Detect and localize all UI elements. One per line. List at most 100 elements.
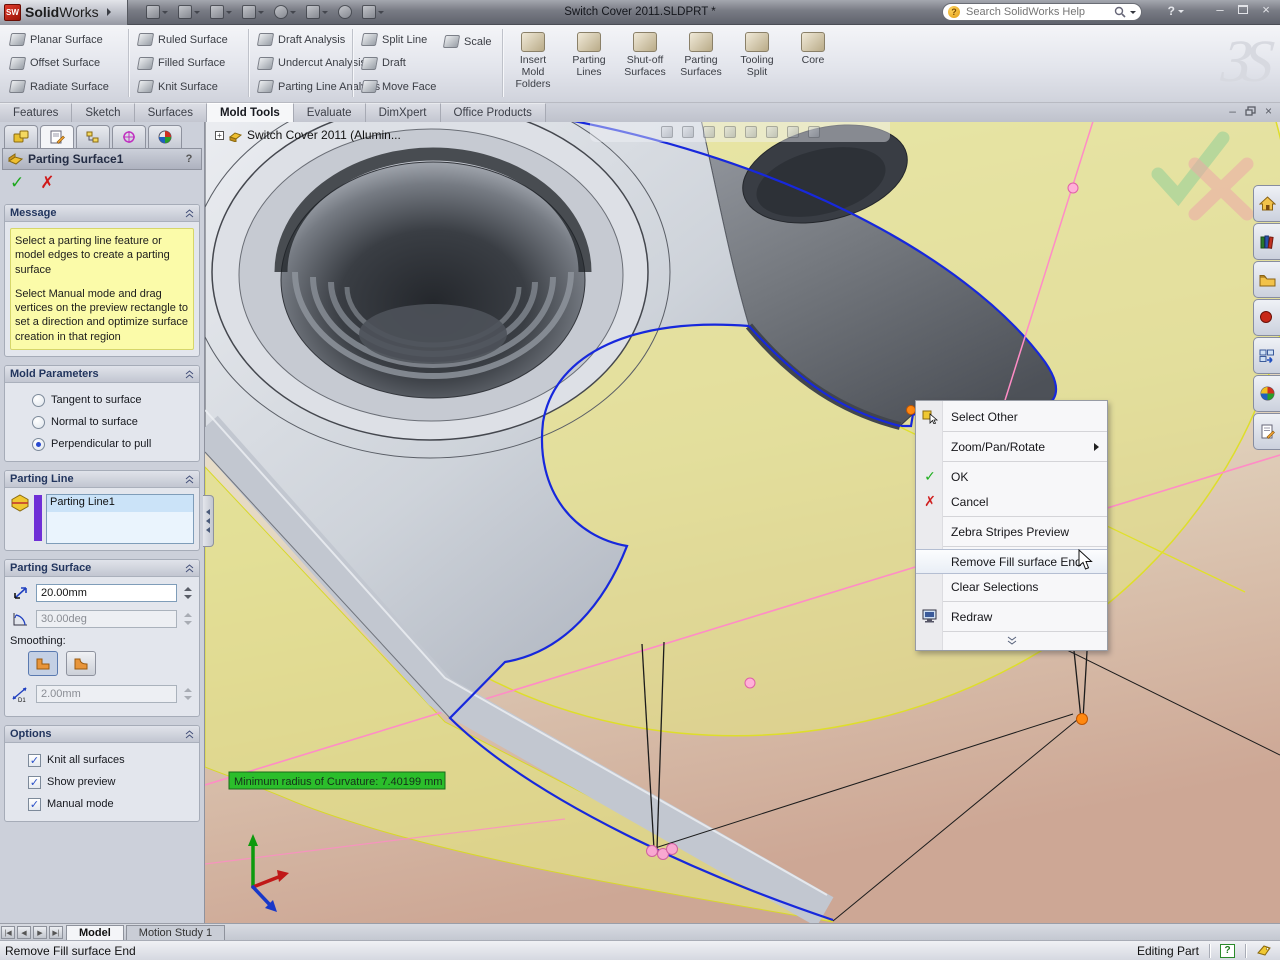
show-preview-checkbox[interactable]: ✓Show preview bbox=[10, 771, 194, 793]
search-input[interactable] bbox=[964, 5, 1110, 19]
quick-tips-button[interactable]: ? bbox=[1220, 944, 1235, 958]
parting-surface-header[interactable]: Parting Surface bbox=[5, 560, 199, 577]
tab-dimxpert[interactable]: DimXpert bbox=[366, 103, 441, 122]
tab-office-products[interactable]: Office Products bbox=[441, 103, 546, 122]
smooth-smoothing-button[interactable] bbox=[66, 651, 96, 676]
display-manager-tab[interactable] bbox=[148, 125, 182, 148]
menu-clear-selections[interactable]: Clear Selections bbox=[916, 574, 1107, 599]
select-button[interactable] bbox=[306, 5, 328, 19]
motion-study-tab[interactable]: Motion Study 1 bbox=[126, 925, 225, 940]
feature-tree-root[interactable]: + Switch Cover 2011 (Alumin... bbox=[215, 128, 401, 142]
radio-selected-icon[interactable] bbox=[32, 438, 45, 451]
planar-surface-button[interactable]: Planar Surface bbox=[6, 29, 113, 50]
doc-minimize-button[interactable]: – bbox=[1229, 104, 1236, 118]
rotate-view-icon[interactable] bbox=[724, 126, 736, 138]
model-tab[interactable]: Model bbox=[66, 925, 124, 940]
mold-parameters-header[interactable]: Mold Parameters bbox=[5, 366, 199, 383]
split-line-button[interactable]: Split Line bbox=[358, 29, 440, 50]
checkbox-checked-icon[interactable]: ✓ bbox=[28, 754, 41, 767]
scale-button[interactable]: Scale bbox=[440, 31, 496, 52]
parting-line-header[interactable]: Parting Line bbox=[5, 471, 199, 488]
minimize-button[interactable]: – bbox=[1212, 3, 1228, 16]
view-palette-tab[interactable] bbox=[1253, 337, 1280, 374]
tree-root-label[interactable]: Switch Cover 2011 (Alumin... bbox=[247, 128, 401, 142]
shut-off-surfaces-button[interactable]: Shut-off Surfaces bbox=[620, 29, 670, 90]
save-button[interactable] bbox=[210, 5, 232, 19]
print-button[interactable] bbox=[242, 5, 264, 19]
pm-ok-button[interactable]: ✓ bbox=[10, 173, 24, 193]
file-explorer-tab[interactable] bbox=[1253, 261, 1280, 298]
parting-surfaces-button[interactable]: Parting Surfaces bbox=[676, 29, 726, 90]
radio-icon[interactable] bbox=[32, 394, 45, 407]
doc-restore-button[interactable] bbox=[1245, 106, 1256, 116]
checkbox-checked-icon[interactable]: ✓ bbox=[28, 776, 41, 789]
distance-spinner[interactable] bbox=[181, 584, 194, 602]
model-view[interactable]: Minimum radius of Curvature: 7.40199 mm bbox=[205, 122, 1280, 923]
tangent-to-surface-radio[interactable]: Tangent to surface bbox=[10, 389, 194, 411]
display-style-icon[interactable] bbox=[766, 126, 778, 138]
filled-surface-button[interactable]: Filled Surface bbox=[134, 53, 232, 74]
menu-expand-arrow[interactable] bbox=[107, 8, 111, 16]
zoom-area-icon[interactable] bbox=[682, 126, 694, 138]
search-tab[interactable] bbox=[1253, 299, 1280, 336]
collapse-chevron-icon[interactable] bbox=[185, 370, 194, 379]
dimxpert-manager-tab[interactable] bbox=[112, 125, 146, 148]
perpendicular-to-pull-radio[interactable]: Perpendicular to pull bbox=[10, 433, 194, 455]
tab-scroll-last-button[interactable]: ▶| bbox=[49, 926, 63, 939]
custom-properties-tab[interactable] bbox=[1253, 413, 1280, 450]
menu-redraw[interactable]: Redraw bbox=[916, 604, 1107, 629]
menu-cancel[interactable]: ✗ Cancel bbox=[916, 489, 1107, 514]
hide-show-icon[interactable] bbox=[787, 126, 799, 138]
core-button[interactable]: Core bbox=[788, 29, 838, 90]
options-header[interactable]: Options bbox=[5, 726, 199, 743]
collapse-chevron-icon[interactable] bbox=[185, 209, 194, 218]
tab-scroll-first-button[interactable]: |◀ bbox=[1, 926, 15, 939]
graphics-viewport[interactable]: Minimum radius of Curvature: 7.40199 mm bbox=[205, 122, 1280, 923]
magnify-icon[interactable] bbox=[703, 126, 715, 138]
tab-scroll-prev-button[interactable]: ◀ bbox=[17, 926, 31, 939]
view-settings-icon[interactable] bbox=[808, 126, 820, 138]
knit-surface-button[interactable]: Knit Surface bbox=[134, 76, 232, 97]
pm-cancel-button[interactable]: ✗ bbox=[40, 173, 54, 193]
search-dropdown[interactable] bbox=[1130, 11, 1136, 14]
menu-zoom-pan-rotate[interactable]: Zoom/Pan/Rotate bbox=[916, 434, 1107, 459]
tree-expand-icon[interactable]: + bbox=[215, 131, 224, 140]
sharp-smoothing-button[interactable] bbox=[28, 651, 58, 676]
normal-to-surface-radio[interactable]: Normal to surface bbox=[10, 411, 194, 433]
solidworks-logo[interactable]: SW SolidWorks bbox=[0, 0, 128, 25]
tag-icon[interactable] bbox=[1256, 944, 1272, 958]
menu-ok[interactable]: ✓ OK bbox=[916, 464, 1107, 489]
checkbox-checked-icon[interactable]: ✓ bbox=[28, 798, 41, 811]
distance-input[interactable]: 20.00mm bbox=[36, 584, 177, 602]
parting-line-listbox[interactable]: Parting Line1 bbox=[46, 494, 194, 544]
close-button[interactable]: × bbox=[1258, 3, 1274, 16]
parting-lines-button[interactable]: Parting Lines bbox=[564, 29, 614, 90]
offset-surface-button[interactable]: Offset Surface bbox=[6, 53, 113, 74]
draft-button[interactable]: Draft bbox=[358, 53, 440, 74]
panel-splitter[interactable] bbox=[203, 495, 214, 547]
rebuild-button[interactable] bbox=[338, 5, 352, 19]
configuration-manager-tab[interactable] bbox=[76, 125, 110, 148]
tab-features[interactable]: Features bbox=[0, 103, 72, 122]
collapse-chevron-icon[interactable] bbox=[185, 475, 194, 484]
message-header[interactable]: Message bbox=[5, 205, 199, 222]
heads-up-toolbar[interactable] bbox=[590, 122, 890, 142]
menu-select-other[interactable]: Select Other bbox=[916, 404, 1107, 429]
menu-zebra-stripes-preview[interactable]: Zebra Stripes Preview bbox=[916, 519, 1107, 544]
collapse-chevron-icon[interactable] bbox=[185, 730, 194, 739]
tab-evaluate[interactable]: Evaluate bbox=[294, 103, 366, 122]
doc-close-button[interactable]: × bbox=[1265, 104, 1272, 118]
open-button[interactable] bbox=[178, 5, 200, 19]
knit-all-surfaces-checkbox[interactable]: ✓Knit all surfaces bbox=[10, 749, 194, 771]
ruled-surface-button[interactable]: Ruled Surface bbox=[134, 29, 232, 50]
restore-button[interactable] bbox=[1238, 5, 1248, 14]
zoom-fit-icon[interactable] bbox=[661, 126, 673, 138]
tab-scroll-next-button[interactable]: ▶ bbox=[33, 926, 47, 939]
tab-mold-tools[interactable]: Mold Tools bbox=[207, 103, 294, 122]
feature-manager-tab[interactable] bbox=[4, 125, 38, 148]
undo-button[interactable] bbox=[274, 5, 296, 19]
search-icon[interactable] bbox=[1114, 6, 1126, 18]
property-manager-tab[interactable] bbox=[40, 125, 74, 148]
options-button[interactable] bbox=[362, 5, 384, 19]
view-orientation-icon[interactable] bbox=[745, 126, 757, 138]
